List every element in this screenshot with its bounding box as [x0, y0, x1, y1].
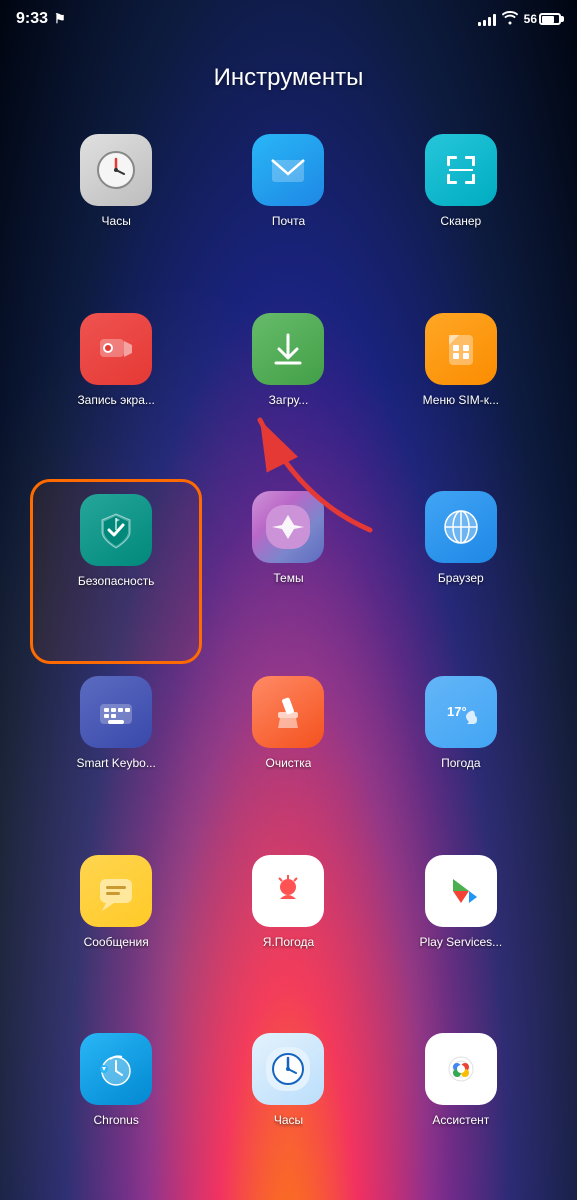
- browser-icon: [425, 491, 497, 563]
- app-weather-label: Погода: [441, 756, 481, 770]
- app-grid: Часы Почта: [0, 122, 577, 1200]
- app-sim[interactable]: Меню SIM-к...: [375, 301, 547, 480]
- clock2-icon: [252, 1033, 324, 1105]
- app-security[interactable]: Безопасность: [30, 479, 202, 664]
- page-title: Инструменты: [0, 64, 577, 92]
- app-yaweather-label: Я.Погода: [263, 935, 315, 949]
- security-icon: [80, 494, 152, 566]
- app-scanner[interactable]: Сканер: [375, 122, 547, 301]
- wifi-icon: [502, 11, 518, 28]
- app-record[interactable]: Запись экра...: [30, 301, 202, 480]
- app-chronus[interactable]: Chronus: [30, 1021, 202, 1200]
- battery-level: 56: [524, 12, 537, 26]
- app-mail-label: Почта: [272, 214, 305, 228]
- app-sim-label: Меню SIM-к...: [423, 393, 499, 407]
- app-download-label: Загру...: [269, 393, 309, 407]
- app-weather[interactable]: 17° Погода: [375, 664, 547, 843]
- app-browser-label: Браузер: [438, 571, 484, 585]
- app-keyboard-label: Smart Keybo...: [76, 756, 155, 770]
- chronus-icon: [80, 1033, 152, 1105]
- status-right: 56: [478, 11, 561, 28]
- app-chronus-label: Chronus: [93, 1113, 138, 1127]
- app-yaweather[interactable]: Я.Погода: [202, 843, 374, 1022]
- assistant-icon: [425, 1033, 497, 1105]
- notification-icon: ⚑: [54, 11, 66, 27]
- scanner-icon: [425, 134, 497, 206]
- app-mail[interactable]: Почта: [202, 122, 374, 301]
- record-icon: [80, 313, 152, 385]
- app-browser[interactable]: Браузер: [375, 479, 547, 664]
- app-messages[interactable]: Сообщения: [30, 843, 202, 1022]
- app-security-label: Безопасность: [78, 574, 155, 588]
- app-clock2-label: Часы: [274, 1113, 303, 1127]
- app-keyboard[interactable]: Smart Keybo...: [30, 664, 202, 843]
- app-clock-label: Часы: [102, 214, 131, 228]
- cleaner-icon: [252, 676, 324, 748]
- themes-icon: [252, 491, 324, 563]
- app-cleaner-label: Очистка: [266, 756, 312, 770]
- play-icon: [425, 855, 497, 927]
- battery-icon: 56: [524, 12, 561, 26]
- messages-icon: [80, 855, 152, 927]
- status-left: 9:33 ⚑: [16, 10, 66, 28]
- signal-icon: [478, 12, 496, 26]
- app-record-label: Запись экра...: [77, 393, 154, 407]
- app-clock2[interactable]: Часы: [202, 1021, 374, 1200]
- status-time: 9:33: [16, 10, 48, 28]
- clock-icon: [80, 134, 152, 206]
- app-download[interactable]: Загру...: [202, 301, 374, 480]
- yaweather-icon: [252, 855, 324, 927]
- weather-icon: 17°: [425, 676, 497, 748]
- svg-text:17°: 17°: [447, 704, 467, 719]
- app-themes[interactable]: Темы: [202, 479, 374, 664]
- app-scanner-label: Сканер: [440, 214, 481, 228]
- app-themes-label: Темы: [273, 571, 303, 585]
- app-clock[interactable]: Часы: [30, 122, 202, 301]
- status-bar: 9:33 ⚑ 56: [0, 0, 577, 34]
- app-cleaner[interactable]: Очистка: [202, 664, 374, 843]
- mail-icon: [252, 134, 324, 206]
- app-messages-label: Сообщения: [84, 935, 149, 949]
- keyboard-icon: [80, 676, 152, 748]
- app-assistant[interactable]: Ассистент: [375, 1021, 547, 1200]
- download-icon: [252, 313, 324, 385]
- app-play[interactable]: Play Services...: [375, 843, 547, 1022]
- app-play-label: Play Services...: [419, 935, 502, 949]
- app-assistant-label: Ассистент: [432, 1113, 489, 1127]
- sim-icon: [425, 313, 497, 385]
